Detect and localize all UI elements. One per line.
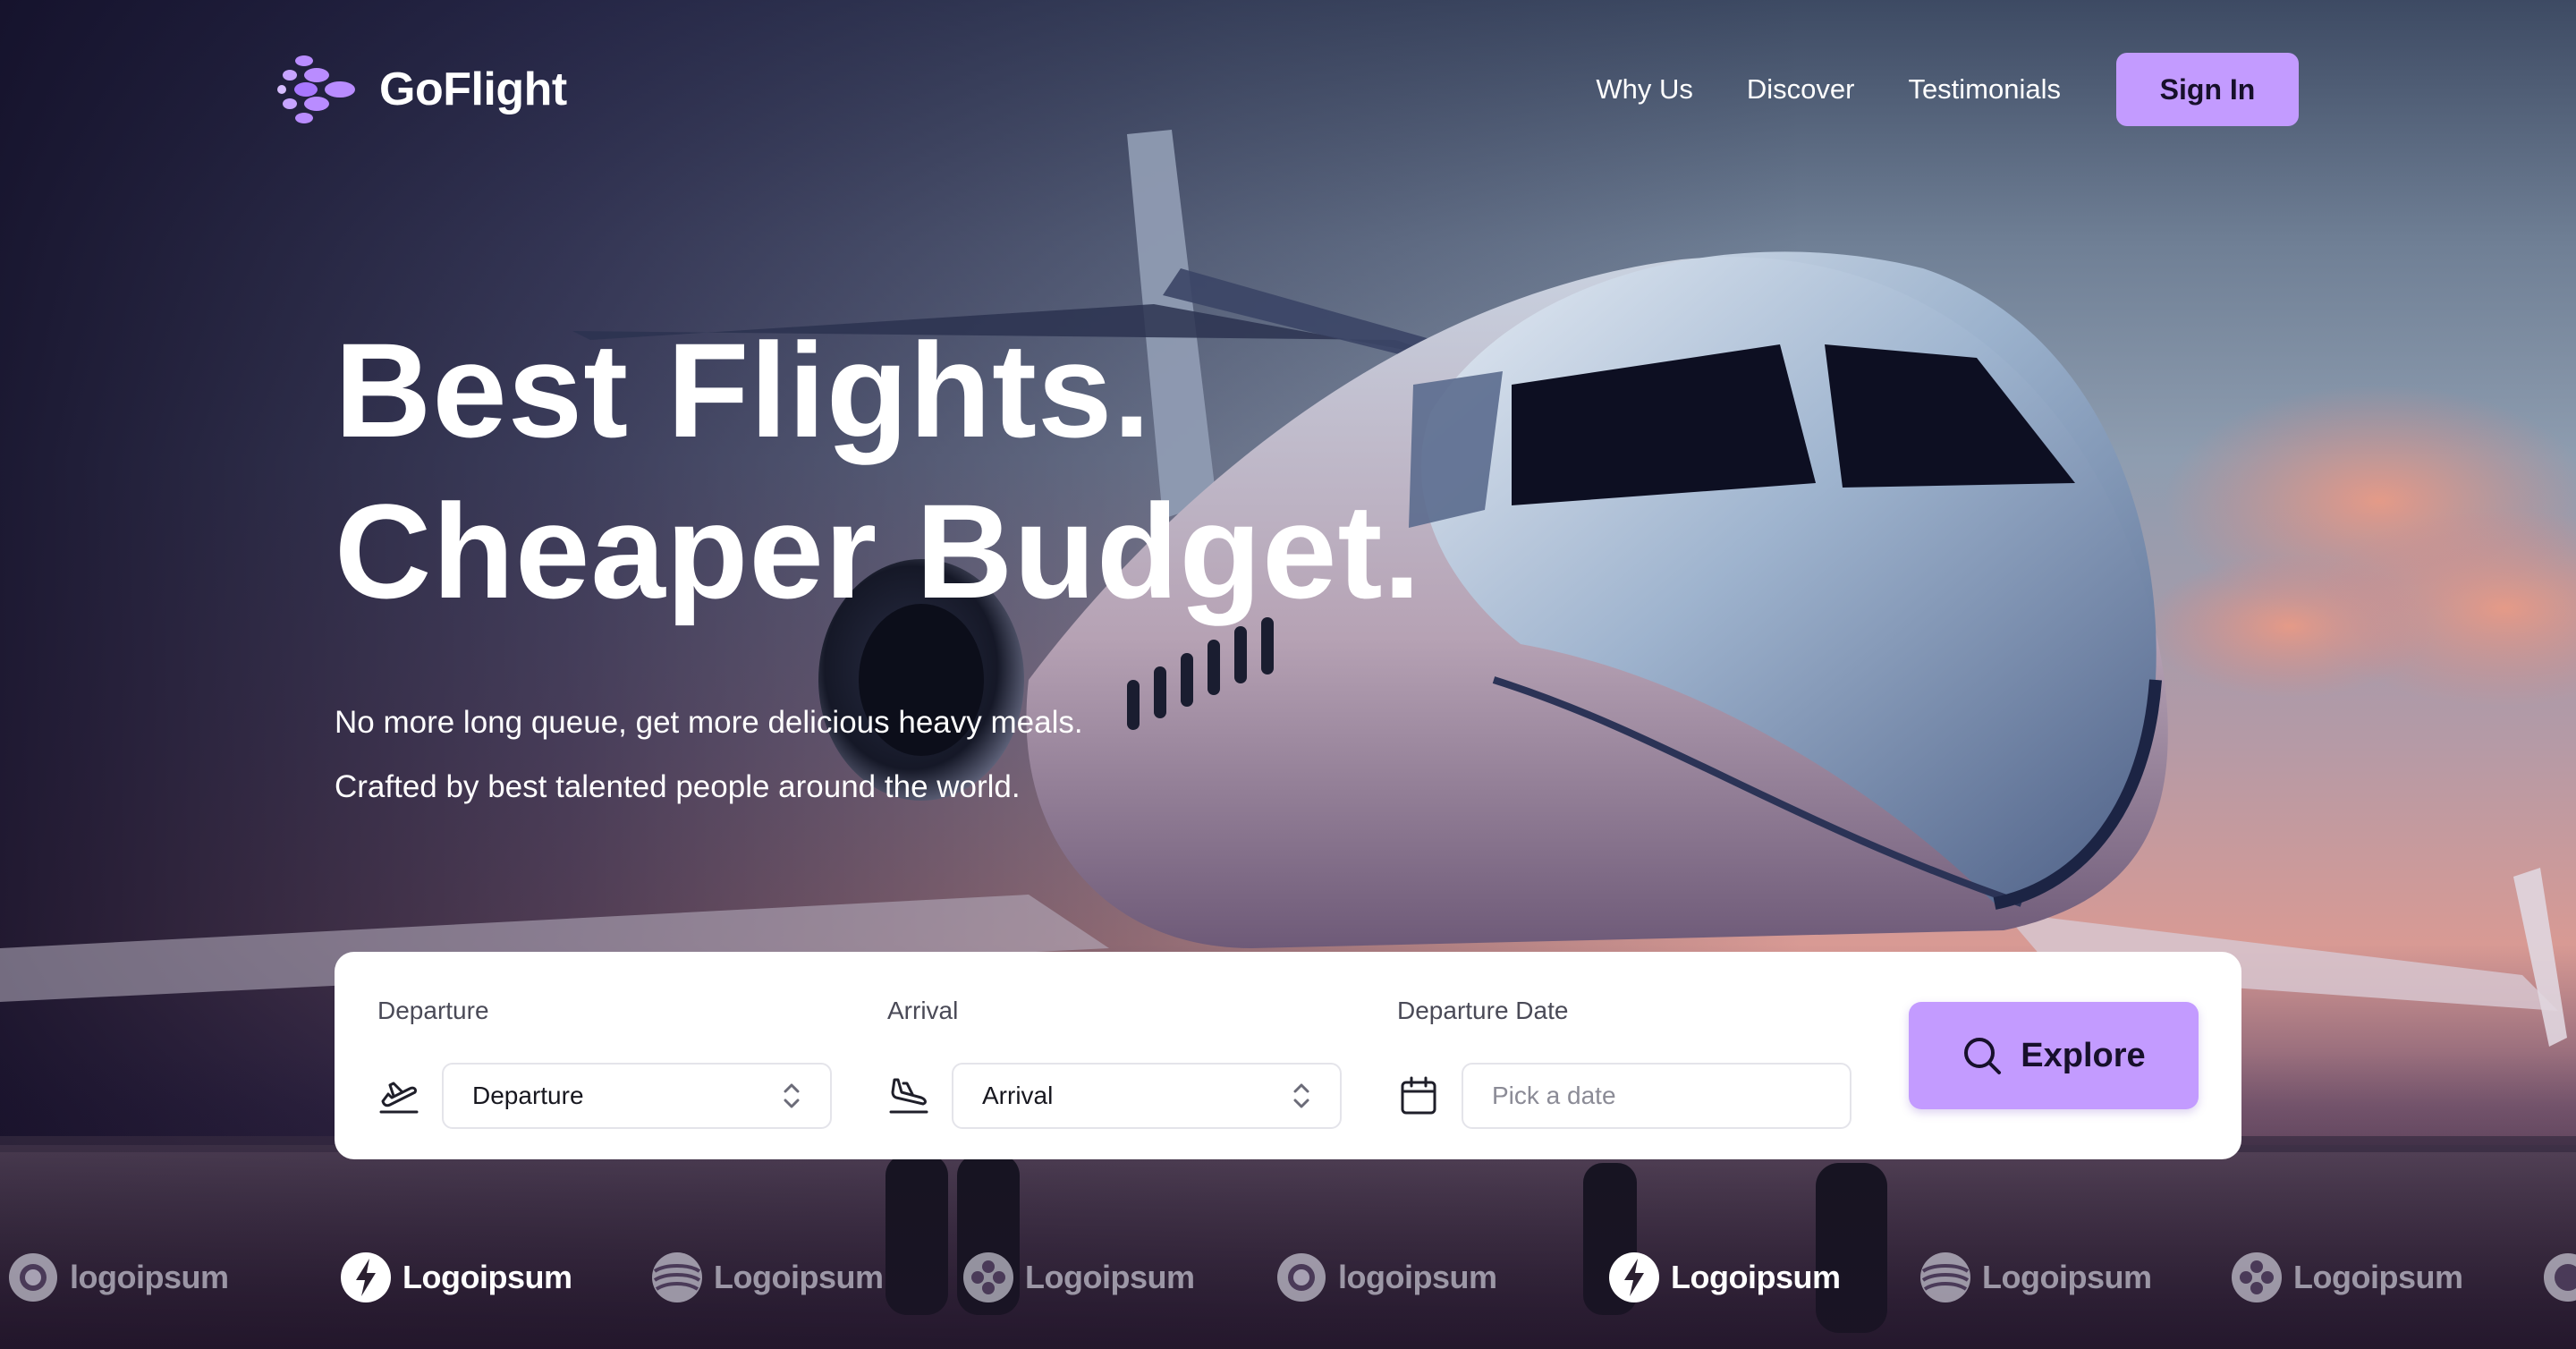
departure-label: Departure [377, 997, 489, 1024]
waves-logo-icon [652, 1252, 702, 1302]
arrival-label: Arrival [887, 997, 959, 1024]
partner-logo: Logoipsum [340, 1238, 572, 1317]
partner-logo: Logoipsum [2231, 1238, 2463, 1317]
hero-headline: Best Flights. Cheaper Budget. [335, 310, 1421, 632]
headline-line-1: Best Flights. [335, 315, 1152, 465]
partner-logo-name: Logoipsum [714, 1259, 884, 1295]
hero-subtitle: No more long queue, get more delicious h… [335, 691, 1083, 819]
departure-field-group: Departure Departure [377, 997, 832, 1129]
dots-cluster-icon [277, 55, 355, 123]
arrival-select-value: Arrival [982, 1082, 1054, 1109]
partner-logo-name: Logoipsum [402, 1259, 572, 1295]
departure-date-label: Departure Date [1397, 997, 1569, 1024]
date-row: Pick a date [1397, 1063, 1852, 1129]
ring-logo-icon [9, 1253, 57, 1302]
date-field-group: Departure Date Pick a date [1397, 997, 1852, 1129]
waves-logo-icon [1920, 1252, 1970, 1302]
partner-logo-name: logoipsum [70, 1259, 229, 1295]
nav-link-why-us[interactable]: Why Us [1596, 73, 1693, 106]
plane-landing-icon [887, 1074, 930, 1117]
partner-logo: Logoipsum [1919, 1238, 2152, 1317]
chevron-up-down-icon [1293, 1083, 1309, 1108]
departure-row: Departure [377, 1063, 832, 1129]
calendar-icon [1397, 1074, 1440, 1117]
departure-select[interactable]: Departure [442, 1063, 832, 1129]
bolt-logo-icon [341, 1252, 391, 1302]
brand[interactable]: GoFlight [277, 52, 567, 127]
ring-logo-icon [2544, 1253, 2576, 1302]
headline-line-2: Cheaper Budget. [335, 476, 1422, 626]
brand-name: GoFlight [379, 64, 567, 115]
sign-in-button[interactable]: Sign In [2116, 53, 2299, 126]
top-navigation: GoFlight Why Us Discover Testimonials Si… [277, 52, 2299, 127]
partner-logo: Logoipsum [962, 1238, 1195, 1317]
arrival-row: Arrival [887, 1063, 1342, 1129]
partner-logo-name: Logoipsum [1982, 1259, 2152, 1295]
nav-link-discover[interactable]: Discover [1747, 73, 1855, 106]
explore-button[interactable]: Explore [1909, 1002, 2199, 1109]
arrival-select[interactable]: Arrival [952, 1063, 1342, 1129]
partner-logo-name: Logoipsum [1671, 1259, 1841, 1295]
flight-search-panel: Departure Departure Arrival Arrival Depa… [335, 952, 2241, 1159]
partner-logo: logoipsum [7, 1238, 229, 1317]
arrival-field-group: Arrival Arrival [887, 997, 1342, 1129]
explore-button-label: Explore [2021, 1036, 2146, 1074]
partner-logo: Logoipsum [1608, 1238, 1841, 1317]
date-picker-placeholder: Pick a date [1492, 1082, 1616, 1109]
plane-takeoff-icon [377, 1074, 420, 1117]
bolt-logo-icon [1609, 1252, 1659, 1302]
partner-logo: logoipsum [1275, 1238, 1497, 1317]
chevron-up-down-icon [784, 1083, 800, 1108]
partner-logo-strip: logoipsum Logoipsum Logoipsum Logoipsum … [0, 1238, 2576, 1317]
petals-logo-icon [963, 1252, 1013, 1302]
subtitle-line-2: Crafted by best talented people around t… [335, 769, 1021, 804]
partner-logo-name: logoipsum [1338, 1259, 1497, 1295]
partner-logo-partial [2542, 1238, 2576, 1317]
date-picker-input[interactable]: Pick a date [1462, 1063, 1852, 1129]
departure-select-value: Departure [472, 1082, 584, 1109]
partner-logo-name: Logoipsum [1025, 1259, 1195, 1295]
ring-logo-icon [1277, 1253, 1326, 1302]
search-icon [1964, 1038, 2002, 1074]
nav-menu: Why Us Discover Testimonials Sign In [1596, 53, 2299, 126]
petals-logo-icon [2232, 1252, 2282, 1302]
nav-link-testimonials[interactable]: Testimonials [1908, 73, 2061, 106]
partner-logo: Logoipsum [651, 1238, 884, 1317]
partner-logo-name: Logoipsum [2293, 1259, 2463, 1295]
subtitle-line-1: No more long queue, get more delicious h… [335, 705, 1083, 740]
